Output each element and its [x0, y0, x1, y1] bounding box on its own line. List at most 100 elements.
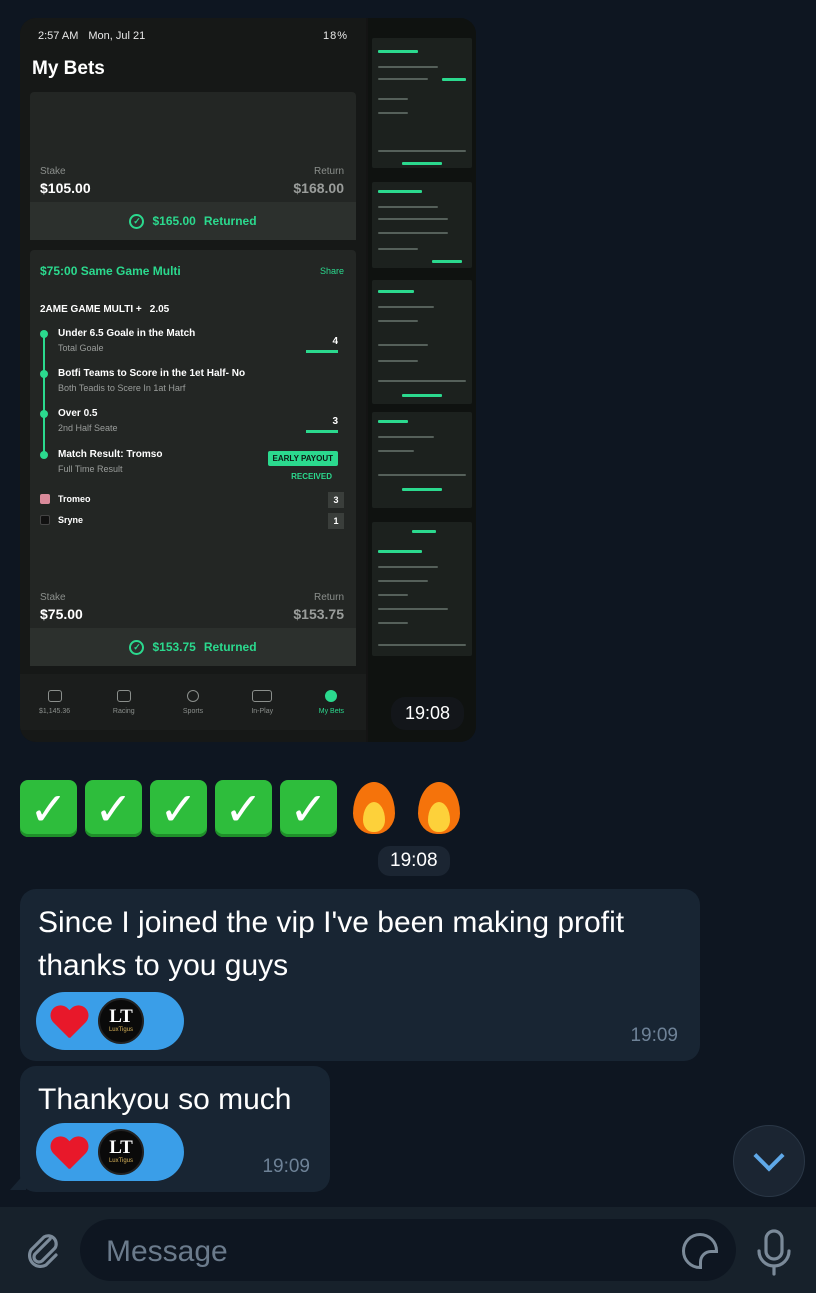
- avatar-initials: LT: [109, 1006, 133, 1027]
- check-mark-icon: ✓: [85, 780, 142, 837]
- sticker-icon[interactable]: [682, 1233, 718, 1269]
- leg-dot: [40, 330, 48, 338]
- ball-icon: [187, 689, 199, 702]
- stake-value: $105.00: [40, 180, 91, 196]
- sgm-odds: 2.05: [149, 304, 170, 315]
- thumb-bar: [402, 394, 442, 397]
- thumb-card: [372, 38, 472, 168]
- phone-status-bar: 2:57 AM Mon, Jul 21 18%: [20, 18, 366, 54]
- message-input[interactable]: Message: [80, 1219, 736, 1281]
- thumb-bar: [402, 488, 442, 491]
- team-home: Tromeo: [40, 494, 91, 504]
- thumb-line: [378, 98, 408, 100]
- nav-label: My Bets: [318, 707, 345, 715]
- attach-icon[interactable]: [22, 1229, 62, 1269]
- thumb-line: [378, 232, 448, 234]
- check-circle-icon: ✓: [129, 639, 145, 655]
- return-label: Return: [313, 166, 344, 177]
- leg-title: Under 6.5 Goale in the Match: [58, 328, 196, 339]
- heart-icon: [50, 1002, 88, 1040]
- bet-card-2: $75:00 Same Game Multi Share 2AME GAME M…: [30, 250, 356, 666]
- returned-bar: ✓ $153.75 Returned: [30, 628, 356, 666]
- shirt-icon: [40, 494, 50, 504]
- avatar-subtext: LuxTigus: [108, 1158, 134, 1164]
- reactions[interactable]: LT LuxTigus: [36, 992, 184, 1050]
- chevron-down-icon: [753, 1140, 785, 1172]
- check-mark-icon: ✓: [20, 780, 77, 837]
- thumb-card: [372, 182, 472, 268]
- return-value: $168.00: [293, 180, 344, 196]
- message-bubble[interactable]: Since I joined the vip I've been making …: [20, 889, 700, 1061]
- message-bubble[interactable]: Thankyou so much LT LuxTigus 19:09: [20, 1066, 330, 1192]
- return-value: $153.75: [293, 606, 344, 622]
- leg-2: Botfi Teams to Score in the 1et Half- No…: [58, 368, 245, 393]
- thumb-card: [372, 412, 472, 508]
- thumb-line: [378, 360, 418, 362]
- returned-bar: ✓ $165.00 Returned: [30, 202, 356, 240]
- share-link[interactable]: Share: [320, 266, 344, 276]
- thumb-bar: [378, 420, 408, 423]
- bottom-nav: $1,145.36 Racing Sports In-Play My Bets: [20, 674, 366, 730]
- message-composer: Message: [0, 1207, 816, 1293]
- reactions[interactable]: LT LuxTigus: [36, 1123, 184, 1181]
- stake-label: Stake: [40, 592, 66, 603]
- thumb-card: [372, 522, 472, 656]
- thumb-bar: [412, 530, 436, 533]
- check-circle-icon: ✓: [129, 213, 145, 229]
- scroll-down-button[interactable]: [733, 1125, 805, 1197]
- team-name: Sryne: [58, 515, 84, 525]
- leg-progress: [306, 430, 338, 433]
- thumb-line: [378, 436, 434, 438]
- leg-progress: [306, 350, 338, 353]
- thumb-line: [378, 380, 466, 382]
- nav-in-play[interactable]: In-Play: [228, 674, 297, 730]
- thumb-line: [378, 450, 414, 452]
- shirt-icon: [40, 515, 50, 525]
- thumb-line: [378, 580, 428, 582]
- thumb-line: [378, 112, 408, 114]
- nav-label: $1,145.36: [39, 707, 71, 715]
- thumb-card: [372, 280, 472, 404]
- message-text: Since I joined the vip I've been making …: [38, 906, 625, 982]
- microphone-icon[interactable]: [752, 1227, 796, 1277]
- stake-label: Stake: [40, 166, 66, 177]
- thumb-line: [378, 150, 466, 152]
- thumb-bar: [378, 550, 422, 553]
- thumb-bar: [378, 190, 422, 193]
- nav-racing[interactable]: Racing: [89, 674, 158, 730]
- sgm-label: 2AME GAME MULTI +: [40, 304, 142, 315]
- nav-my-bets[interactable]: My Bets: [297, 674, 366, 730]
- my-bets-title: My Bets: [32, 58, 105, 79]
- thumb-line: [378, 78, 428, 80]
- nav-home[interactable]: $1,145.36: [20, 674, 89, 730]
- check-mark-icon: ✓: [280, 780, 337, 837]
- nav-sports[interactable]: Sports: [158, 674, 227, 730]
- screenshot-album[interactable]: 2:57 AM Mon, Jul 21 18% My Bets Stake $1…: [20, 18, 476, 742]
- team-name: Tromeo: [58, 494, 91, 504]
- thumb-line: [378, 622, 408, 624]
- thumb-line: [378, 320, 418, 322]
- leg-dot: [40, 451, 48, 459]
- leg-count: 3: [332, 416, 338, 427]
- bet-screenshot[interactable]: 2:57 AM Mon, Jul 21 18% My Bets Stake $1…: [20, 18, 366, 742]
- thumb-line: [378, 248, 418, 250]
- bet-heading: $75:00 Same Game Multi: [40, 264, 181, 278]
- check-mark-icon: ✓: [150, 780, 207, 837]
- fire-icon: [410, 780, 467, 837]
- team-away: Sryne: [40, 515, 83, 525]
- received-label: RECEIVED: [291, 472, 332, 481]
- thumb-line: [378, 566, 438, 568]
- bet-card-1: Stake $105.00 Return $168.00 ✓ $165.00 R…: [30, 92, 356, 240]
- leg-connector: [43, 332, 45, 456]
- message-text: Thankyou so much: [38, 1083, 292, 1116]
- emoji-message[interactable]: ✓ ✓ ✓ ✓ ✓: [20, 780, 467, 837]
- screenshot-thumbnails[interactable]: [368, 18, 476, 742]
- leg-title: Botfi Teams to Score in the 1et Half- No: [58, 368, 246, 379]
- thumb-line: [378, 306, 434, 308]
- leg-1: Under 6.5 Goale in the Match Total Goale: [58, 328, 195, 353]
- return-label: Return: [313, 592, 344, 603]
- nav-label: Racing: [112, 707, 135, 715]
- thumb-bar: [378, 50, 418, 53]
- avatar: LT LuxTigus: [98, 998, 144, 1044]
- leg-title: Over 0.5: [58, 408, 98, 419]
